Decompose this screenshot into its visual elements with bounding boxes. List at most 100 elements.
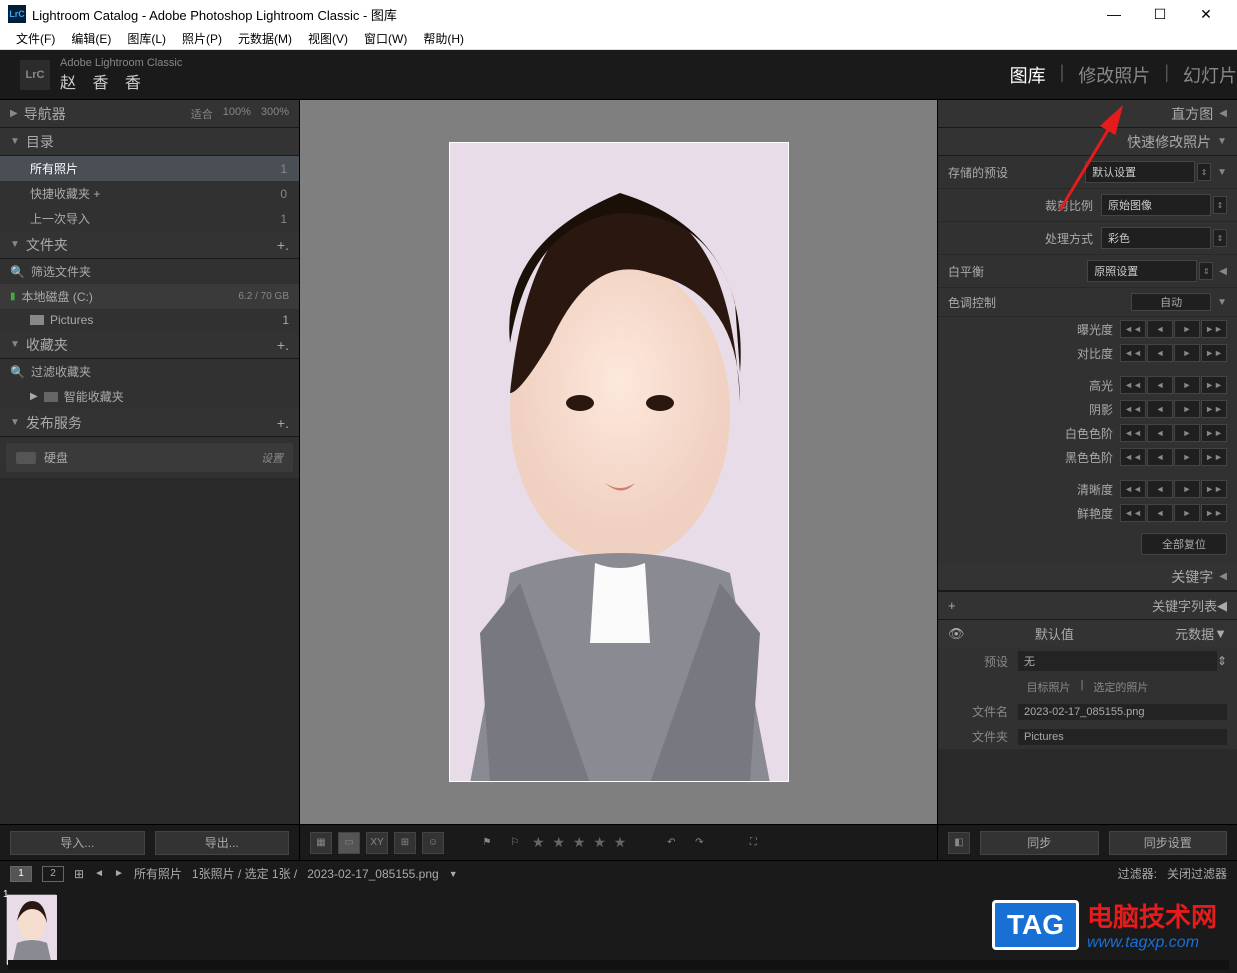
decrease-button[interactable]: ◄ <box>1147 344 1173 362</box>
metadata-set-select[interactable]: 默认值 <box>1035 624 1105 643</box>
drive-row[interactable]: ▮ 本地磁盘 (C:) 6.2 / 70 GB <box>0 284 299 309</box>
menu-file[interactable]: 文件(F) <box>8 30 63 47</box>
keyword-list-header[interactable]: + 关键字列表◀ <box>938 591 1237 619</box>
module-slideshow[interactable]: 幻灯片 <box>1183 62 1237 88</box>
increase-button[interactable]: ► <box>1174 504 1200 522</box>
increase-large-button[interactable]: ►► <box>1201 320 1227 338</box>
increase-button[interactable]: ► <box>1174 344 1200 362</box>
loupe-view-icon[interactable]: ▭ <box>338 832 360 854</box>
primary-monitor-button[interactable]: 1 <box>10 866 32 882</box>
eye-icon[interactable]: 👁 <box>948 626 965 642</box>
add-collection-icon[interactable]: +. <box>277 337 289 353</box>
rotate-ccw-icon[interactable]: ↶ <box>660 832 682 854</box>
decrease-button[interactable]: ◄ <box>1147 480 1173 498</box>
close-button[interactable]: ✕ <box>1183 6 1229 23</box>
folder-filter[interactable]: 🔍 筛选文件夹 <box>0 259 299 284</box>
increase-button[interactable]: ► <box>1174 480 1200 498</box>
folder-value[interactable]: Pictures <box>1018 729 1227 745</box>
collection-filter[interactable]: 🔍 过滤收藏夹 <box>0 359 299 384</box>
grid-icon[interactable]: ⊞ <box>74 867 84 881</box>
decrease-large-button[interactable]: ◄◄ <box>1120 504 1146 522</box>
zoom-100[interactable]: 100% <box>223 106 251 122</box>
histogram-header[interactable]: 直方图◀ <box>938 100 1237 128</box>
increase-large-button[interactable]: ►► <box>1201 480 1227 498</box>
keywording-header[interactable]: 关键字◀ <box>938 563 1237 591</box>
filename-value[interactable]: 2023-02-17_085155.png <box>1018 704 1227 720</box>
decrease-large-button[interactable]: ◄◄ <box>1120 344 1146 362</box>
wb-select[interactable]: 原照设置 <box>1087 260 1197 282</box>
treatment-select[interactable]: 彩色 <box>1101 227 1211 249</box>
sync-toggle-icon[interactable]: ◧ <box>948 832 970 854</box>
increase-large-button[interactable]: ►► <box>1201 400 1227 418</box>
import-button[interactable]: 导入... <box>10 831 145 855</box>
reset-all-button[interactable]: 全部复位 <box>1141 533 1227 555</box>
dropdown-icon[interactable]: ⇕ <box>1199 262 1213 280</box>
increase-large-button[interactable]: ►► <box>1201 344 1227 362</box>
dropdown-icon[interactable]: ⇕ <box>1197 163 1211 181</box>
preset-select[interactable]: 默认设置 <box>1085 161 1195 183</box>
back-icon[interactable]: ◄ <box>94 868 104 879</box>
metadata-preset-select[interactable]: 无 <box>1018 651 1217 671</box>
menu-photo[interactable]: 照片(P) <box>174 30 230 47</box>
disclosure-icon[interactable]: ▼ <box>1217 297 1227 308</box>
dropdown-icon[interactable]: ⇕ <box>1213 196 1227 214</box>
catalog-all-photos[interactable]: 所有照片1 <box>0 156 299 181</box>
decrease-large-button[interactable]: ◄◄ <box>1120 448 1146 466</box>
image-viewer[interactable] <box>300 100 937 824</box>
export-button[interactable]: 导出... <box>155 831 290 855</box>
dropdown-icon[interactable]: ⇕ <box>1213 229 1227 247</box>
sync-settings-button[interactable]: 同步设置 <box>1109 831 1228 855</box>
decrease-large-button[interactable]: ◄◄ <box>1120 424 1146 442</box>
increase-button[interactable]: ► <box>1174 424 1200 442</box>
people-view-icon[interactable]: ☺ <box>422 832 444 854</box>
zoom-fit[interactable]: 适合 <box>191 106 213 122</box>
chevron-down-icon[interactable]: ▼ <box>449 869 458 879</box>
decrease-button[interactable]: ◄ <box>1147 320 1173 338</box>
publish-header[interactable]: ▼ 发布服务 +. <box>0 409 299 437</box>
increase-large-button[interactable]: ►► <box>1201 504 1227 522</box>
menu-window[interactable]: 窗口(W) <box>356 30 415 47</box>
slideshow-icon[interactable]: ⛶ <box>742 832 764 854</box>
decrease-button[interactable]: ◄ <box>1147 424 1173 442</box>
filmstrip-scrollbar[interactable] <box>8 960 1229 970</box>
forward-icon[interactable]: ► <box>114 868 124 879</box>
menu-view[interactable]: 视图(V) <box>300 30 356 47</box>
metadata-tab-selected[interactable]: 选定的照片 <box>1093 679 1148 695</box>
decrease-large-button[interactable]: ◄◄ <box>1120 480 1146 498</box>
increase-button[interactable]: ► <box>1174 320 1200 338</box>
secondary-monitor-button[interactable]: 2 <box>42 866 64 882</box>
decrease-button[interactable]: ◄ <box>1147 400 1173 418</box>
survey-view-icon[interactable]: ⊞ <box>394 832 416 854</box>
flag-pick-icon[interactable]: ⚑ <box>476 832 498 854</box>
folder-row[interactable]: Pictures 1 <box>0 309 299 331</box>
flag-reject-icon[interactable]: ⚐ <box>504 832 526 854</box>
publish-hdd[interactable]: 硬盘 设置 <box>6 443 293 472</box>
decrease-large-button[interactable]: ◄◄ <box>1120 400 1146 418</box>
filmstrip-thumbnail[interactable]: 1 <box>6 894 56 964</box>
disclosure-icon[interactable]: ◀ <box>1219 266 1227 277</box>
decrease-button[interactable]: ◄ <box>1147 448 1173 466</box>
grid-view-icon[interactable]: ▦ <box>310 832 332 854</box>
publish-setup[interactable]: 设置 <box>261 450 283 466</box>
metadata-header[interactable]: 👁 默认值 元数据▼ <box>938 619 1237 647</box>
decrease-button[interactable]: ◄ <box>1147 504 1173 522</box>
catalog-header[interactable]: ▼ 目录 <box>0 128 299 156</box>
module-library[interactable]: 图库 <box>1010 62 1046 88</box>
menu-metadata[interactable]: 元数据(M) <box>230 30 300 47</box>
catalog-previous-import[interactable]: 上一次导入1 <box>0 206 299 231</box>
decrease-button[interactable]: ◄ <box>1147 376 1173 394</box>
quick-develop-header[interactable]: 快速修改照片▼ <box>938 128 1237 156</box>
decrease-large-button[interactable]: ◄◄ <box>1120 320 1146 338</box>
increase-button[interactable]: ► <box>1174 376 1200 394</box>
increase-large-button[interactable]: ►► <box>1201 376 1227 394</box>
dropdown-icon[interactable]: ⇕ <box>1217 654 1227 668</box>
maximize-button[interactable]: ☐ <box>1137 6 1183 23</box>
increase-button[interactable]: ► <box>1174 400 1200 418</box>
auto-tone-button[interactable]: 自动 <box>1131 293 1211 311</box>
add-keyword-icon[interactable]: + <box>948 598 956 613</box>
disclosure-icon[interactable]: ▼ <box>1217 167 1227 178</box>
decrease-large-button[interactable]: ◄◄ <box>1120 376 1146 394</box>
breadcrumb-source[interactable]: 所有照片 <box>134 865 182 882</box>
metadata-tab-target[interactable]: 目标照片 <box>1027 679 1071 695</box>
zoom-300[interactable]: 300% <box>261 106 289 122</box>
